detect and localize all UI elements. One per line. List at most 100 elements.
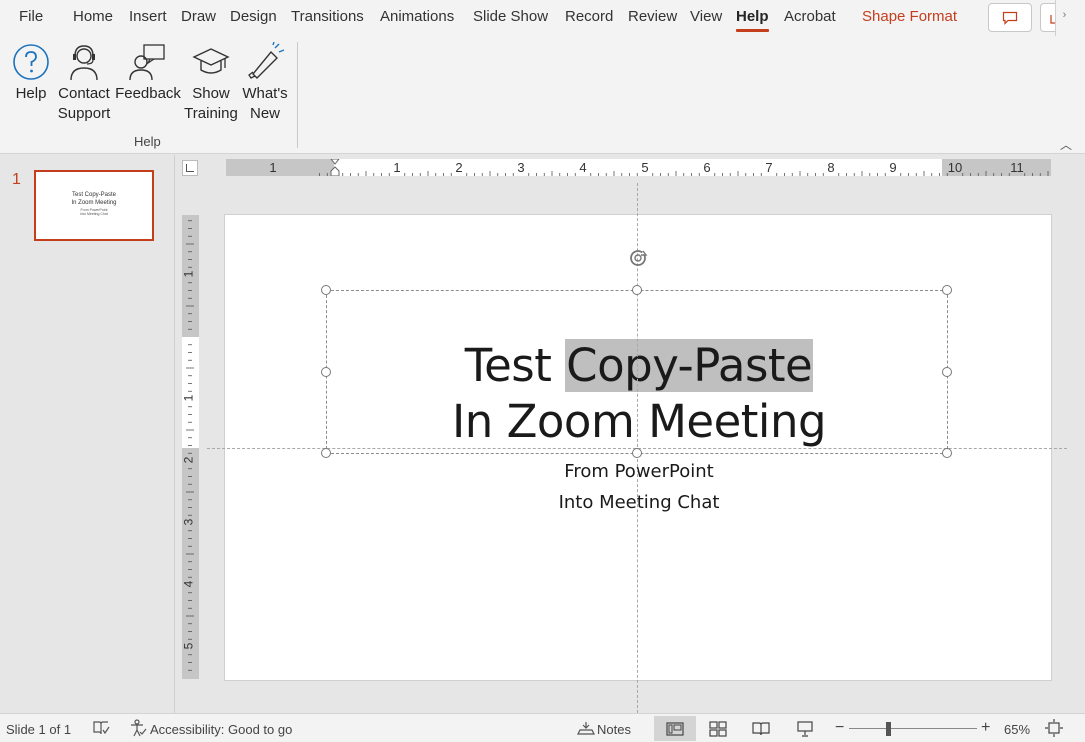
megaphone-icon <box>248 42 285 79</box>
graduation-cap-icon <box>192 48 230 74</box>
comments-button[interactable] <box>988 3 1032 32</box>
tab-record[interactable]: Record <box>565 8 613 25</box>
help-group-label: Help <box>134 134 161 149</box>
notes-icon[interactable] <box>576 719 596 737</box>
ruler-label: 1 <box>181 270 196 278</box>
status-bar: Slide 1 of 1 Accessibility: Good to go N… <box>0 713 1085 742</box>
ruler-label: 1 <box>393 160 401 175</box>
normal-view-button[interactable] <box>654 716 696 741</box>
show-training-button[interactable]: Show Training <box>182 40 240 124</box>
ruler-label: 1 <box>181 394 196 402</box>
reading-view-icon <box>752 721 770 735</box>
tab-selector[interactable] <box>182 160 198 176</box>
resize-handle-top-left[interactable] <box>321 285 331 295</box>
resize-handle-bottom-left[interactable] <box>321 448 331 458</box>
rotate-handle-icon[interactable] <box>626 246 650 270</box>
help-button-label: Help <box>15 85 47 102</box>
slideshow-icon <box>797 720 813 737</box>
fit-to-window-icon[interactable] <box>1044 719 1064 737</box>
ruler-label: 3 <box>181 518 196 526</box>
ruler-label: 5 <box>641 160 649 175</box>
ruler-label: 4 <box>181 580 196 588</box>
accessibility-icon[interactable] <box>128 719 148 737</box>
horizontal-ruler[interactable]: 1 1 2 3 4 5 6 7 8 9 10 11 <box>226 159 1051 176</box>
thumb-title-line1: Test Copy-Paste <box>71 192 117 198</box>
tab-review[interactable]: Review <box>628 8 677 25</box>
tab-file[interactable]: File <box>19 8 43 25</box>
tab-design[interactable]: Design <box>230 8 277 25</box>
notes-button[interactable]: Notes <box>597 722 631 737</box>
help-circle-icon <box>13 44 49 80</box>
slide-thumbnail-pane: 1 Test Copy-Paste In Zoom Meeting From P… <box>0 155 175 713</box>
collapse-ribbon-icon[interactable]: ︿ <box>1060 136 1072 153</box>
normal-view-icon <box>666 721 684 736</box>
slide-number: 1 <box>12 171 21 188</box>
title-selection-frame[interactable] <box>326 290 948 454</box>
indent-marker[interactable] <box>330 159 340 176</box>
help-button[interactable]: Help <box>10 40 52 104</box>
tab-help[interactable]: Help <box>736 8 769 32</box>
vertical-ruler-ticks <box>186 220 194 671</box>
vertical-ruler[interactable]: 1 1 2 3 4 5 <box>181 215 199 679</box>
comment-icon <box>1002 11 1018 25</box>
ruler-label: 2 <box>455 160 463 175</box>
show-training-label: Show Training <box>184 85 238 122</box>
slide-thumbnail[interactable]: Test Copy-Paste In Zoom Meeting From Pow… <box>34 170 154 241</box>
chevron-right-icon: › <box>1062 9 1067 21</box>
tab-home[interactable]: Home <box>73 8 113 25</box>
resize-handle-right[interactable] <box>942 367 952 377</box>
ruler-label: 6 <box>703 160 711 175</box>
zoom-in-button[interactable]: + <box>981 719 990 737</box>
reading-view-button[interactable] <box>740 716 782 741</box>
thumb-sub-line2: Into Meeting Chat <box>80 212 108 216</box>
tab-slide-show[interactable]: Slide Show <box>473 8 548 25</box>
horizontal-ruler-ticks <box>319 159 1049 176</box>
ribbon-group-separator <box>297 42 298 148</box>
contact-support-label: Contact Support <box>57 85 111 122</box>
feedback-person-icon <box>129 44 165 81</box>
ruler-label: 10 <box>947 160 963 175</box>
resize-handle-top-right[interactable] <box>942 285 952 295</box>
ribbon-tab-bar: File Home Insert Draw Design Transitions… <box>0 0 1085 36</box>
contact-support-button[interactable]: Contact Support <box>56 40 112 124</box>
tab-shape-format[interactable]: Shape Format <box>862 8 957 25</box>
ruler-label: 7 <box>765 160 773 175</box>
accessibility-status[interactable]: Accessibility: Good to go <box>150 722 292 737</box>
ruler-label: 3 <box>517 160 525 175</box>
feedback-label: Feedback <box>115 85 181 102</box>
ruler-label: 9 <box>889 160 897 175</box>
resize-handle-top[interactable] <box>632 285 642 295</box>
ribbon-panel: Help Contact Support Feedback Show Train… <box>0 36 1085 154</box>
slideshow-view-button[interactable] <box>784 716 826 741</box>
subtitle-line2[interactable]: Into Meeting Chat <box>225 492 1053 513</box>
subtitle-line1[interactable]: From PowerPoint <box>225 461 1053 482</box>
ruler-label: 2 <box>181 456 196 464</box>
tab-view[interactable]: View <box>690 8 722 25</box>
thumb-title-line2: In Zoom Meeting <box>71 200 117 206</box>
tab-scroll-right[interactable]: › <box>1055 0 1073 36</box>
tab-acrobat[interactable]: Acrobat <box>784 8 836 25</box>
zoom-slider-thumb[interactable] <box>886 722 891 736</box>
tab-insert[interactable]: Insert <box>129 8 167 25</box>
resize-handle-bottom[interactable] <box>632 448 642 458</box>
resize-handle-bottom-right[interactable] <box>942 448 952 458</box>
ruler-label: 11 <box>1010 160 1024 175</box>
slide-sorter-icon <box>709 720 727 737</box>
tab-animations[interactable]: Animations <box>380 8 454 25</box>
zoom-out-button[interactable]: − <box>835 719 844 737</box>
whats-new-label: What's New <box>242 85 288 122</box>
slide-count[interactable]: Slide 1 of 1 <box>6 722 71 737</box>
zoom-slider-track[interactable] <box>849 728 977 729</box>
spelling-check-icon[interactable] <box>91 719 111 737</box>
zoom-level[interactable]: 65% <box>1004 722 1030 737</box>
whats-new-button[interactable]: What's New <box>240 40 290 124</box>
ruler-label: 1 <box>269 160 277 175</box>
resize-handle-left[interactable] <box>321 367 331 377</box>
slide-sorter-button[interactable] <box>697 716 739 741</box>
headset-person-icon <box>70 45 98 81</box>
tab-draw[interactable]: Draw <box>181 8 216 25</box>
tab-transitions[interactable]: Transitions <box>291 8 364 25</box>
ruler-label: 8 <box>827 160 835 175</box>
ruler-label: 5 <box>181 642 196 650</box>
feedback-button[interactable]: Feedback <box>115 40 181 104</box>
